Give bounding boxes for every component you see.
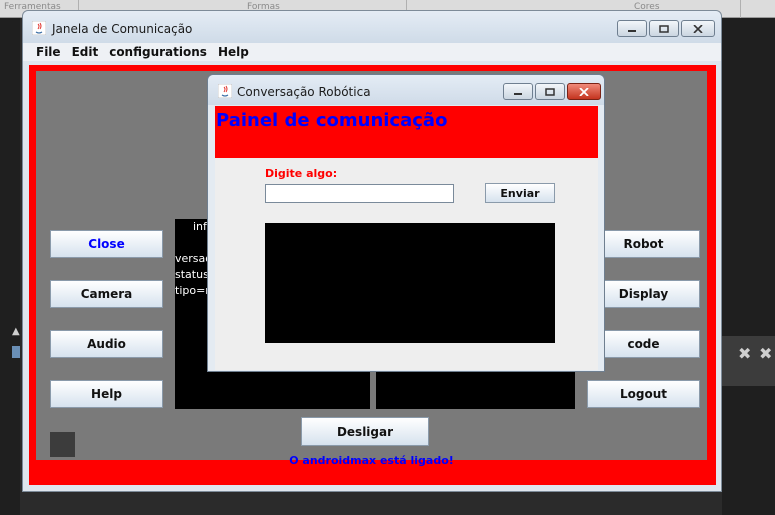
close-icon [693,24,703,33]
send-button[interactable]: Enviar [485,183,555,203]
close-button[interactable] [681,20,715,37]
status-text: O androidmax está ligado! [289,454,454,467]
menu-bar: File Edit configurations Help [23,43,721,61]
camera-button[interactable]: Camera [50,280,163,308]
maximize-icon [659,24,669,33]
bg-arrow-icon: ▲ [12,326,20,337]
java-icon [32,21,46,35]
window-title: Janela de Comunicação [52,22,193,36]
dialog-header: Painel de comunicação [215,106,598,158]
bg-divider [740,0,741,18]
menu-file[interactable]: File [36,43,61,61]
maximize-icon [545,87,555,96]
conversation-dialog: Conversação Robótica Painel de comunicaç… [207,74,605,372]
dialog-header-title: Painel de comunicação [216,110,448,131]
dialog-body: Painel de comunicação Digite algo: Envia… [215,106,598,370]
input-label: Digite algo: [265,167,338,180]
dialog-close-button[interactable] [567,83,601,100]
dialog-window-controls [501,83,601,100]
menu-help[interactable]: Help [218,43,249,61]
audio-button[interactable]: Audio [50,330,163,358]
logout-button[interactable]: Logout [587,380,700,408]
dialog-title-bar[interactable]: Conversação Robótica [208,75,604,105]
background-right-strip [722,18,775,515]
close-app-button[interactable]: Close [50,230,163,258]
desligar-button[interactable]: Desligar [301,417,429,446]
video-pane [376,367,575,409]
minimize-icon [628,29,636,32]
menu-edit[interactable]: Edit [72,43,99,61]
help-button[interactable]: Help [50,380,163,408]
background-left-strip [0,18,20,515]
minimize-button[interactable] [617,20,647,37]
main-title-bar[interactable]: Janela de Comunicação [23,11,721,43]
menu-configurations[interactable]: configurations [109,43,207,61]
dialog-minimize-button[interactable] [503,83,533,100]
minimize-icon [514,92,522,95]
close-icon [579,87,589,96]
maximize-button[interactable] [649,20,679,37]
window-controls [615,20,715,37]
dialog-maximize-button[interactable] [535,83,565,100]
bg-close-icon[interactable]: ✖ [738,344,751,363]
conversation-output [265,223,555,343]
bg-side-icon [12,346,20,358]
java-icon [218,84,232,98]
message-input[interactable] [265,184,454,203]
bg-gear-icon[interactable]: ✖ [759,344,772,363]
dialog-title: Conversação Robótica [237,85,371,99]
